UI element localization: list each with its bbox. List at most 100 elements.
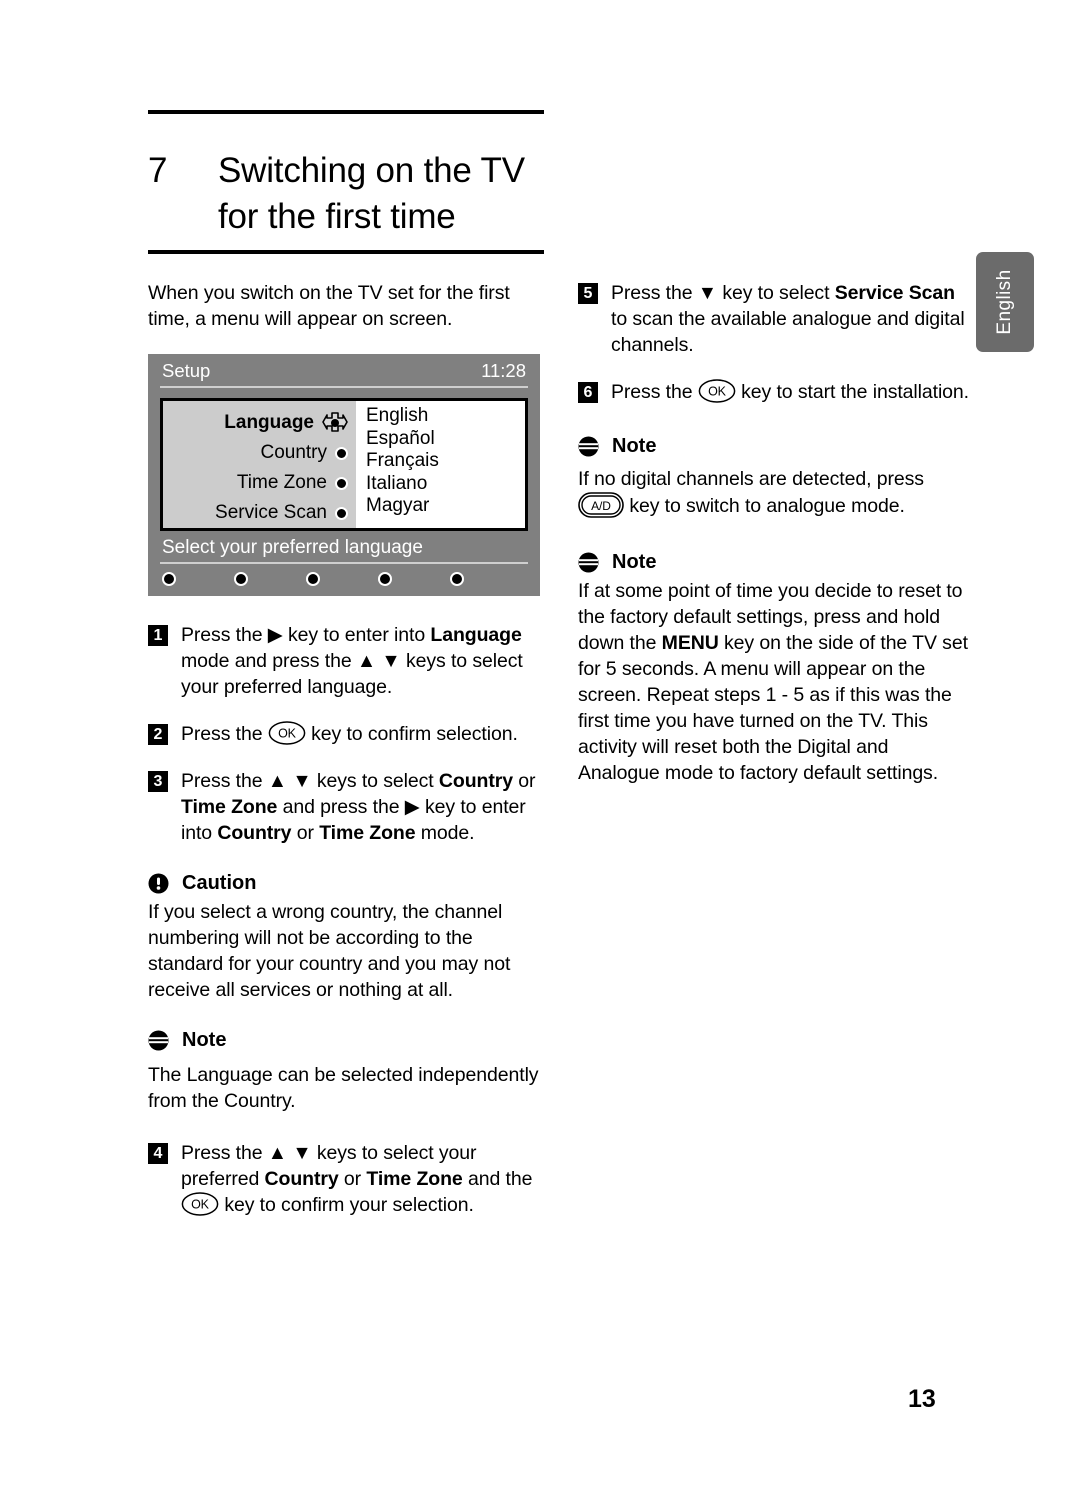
arrow-up-icon: ▲ (267, 1142, 287, 1164)
color-key-dot-icon (234, 572, 248, 586)
emphasis-text: Time Zone (319, 822, 416, 844)
tv-menu-item-list: Language Country Time Zone Service Scan (163, 401, 356, 528)
note-title-right-1: Note (612, 435, 657, 457)
step-2-text: Press the OK key to confirm selection. (181, 721, 518, 745)
tv-menu-hint: Select your preferred language (162, 537, 423, 558)
language-side-tab: English (976, 252, 1034, 352)
arrow-right-icon: ▶ (404, 796, 420, 818)
note-body-right-1: If no digital channels are detected, pre… (578, 466, 970, 519)
ok-key-icon: OK (181, 1192, 219, 1216)
tv-menu-language-options: English Español Français Italiano Magyar (356, 401, 525, 528)
note-header-right-2: Note (578, 551, 970, 574)
step-number-badge: 1 (148, 625, 168, 646)
chapter-title-line1: Switching on the TV (218, 151, 525, 190)
arrow-down-icon: ▼ (292, 1142, 312, 1164)
step-1-text: Press the ▶ key to enter into Language m… (181, 624, 523, 698)
language-option: English (366, 405, 429, 426)
emphasis-text: Time Zone (366, 1168, 463, 1190)
note-callout-right-2: Note If at some point of time you decide… (578, 551, 970, 786)
note-body-right-1-part2: key to switch to analogue mode. (624, 495, 905, 517)
tv-menu-item-service-scan-label: Service Scan (215, 502, 327, 523)
step-number-badge: 2 (148, 724, 168, 745)
language-option: Italiano (366, 472, 428, 494)
chapter-heading: 7 Switching on the TV for the first time (148, 148, 548, 240)
tv-menu-item-time-zone-label: Time Zone (236, 472, 327, 493)
step-4-text: Press the ▲ ▼ keys to select your prefer… (181, 1142, 533, 1216)
step-number-badge: 4 (148, 1143, 168, 1164)
left-column: When you switch on the TV set for the fi… (148, 280, 544, 1239)
note-body-right-2-part2: key on the side of the TV set for 5 seco… (578, 632, 968, 784)
tv-setup-menu-illustration: Setup 11:28 Language Country Time Zone S… (148, 354, 540, 596)
tv-menu-title: Setup (162, 360, 211, 381)
emphasis-text: Language (430, 624, 522, 646)
emphasis-text: Time Zone (181, 796, 278, 818)
note-icon (148, 1030, 169, 1051)
intro-paragraph: When you switch on the TV set for the fi… (148, 282, 510, 330)
color-key-dot-icon (378, 572, 392, 586)
ok-key-icon: OK (268, 721, 306, 745)
svg-text:A/D: A/D (591, 499, 611, 513)
caution-callout: Caution If you select a wrong country, t… (148, 872, 544, 1003)
chapter-title: Switching on the TV for the first time (218, 148, 525, 240)
color-key-dot-icon (306, 572, 320, 586)
arrow-down-icon: ▼ (292, 770, 312, 792)
arrow-up-icon: ▲ (267, 770, 287, 792)
note-icon (578, 436, 599, 457)
tv-menu-header: Setup 11:28 (148, 354, 540, 384)
right-column: 5 Press the ▼ key to select Service Scan… (578, 280, 970, 806)
note-body-right-1-part1: If no digital channels are detected, pre… (578, 468, 924, 490)
note-body-left: The Language can be selected independent… (148, 1064, 539, 1112)
emphasis-text: Country (264, 1168, 339, 1190)
note-body-right-2: If at some point of time you decide to r… (578, 578, 970, 786)
step-number-badge: 3 (148, 771, 168, 792)
step-4: 4 Press the ▲ ▼ keys to select your pref… (148, 1140, 544, 1218)
svg-text:OK: OK (191, 1198, 210, 1212)
tv-menu-clock: 11:28 (481, 360, 526, 381)
svg-text:OK: OK (708, 385, 727, 399)
tv-menu-body: Language Country Time Zone Service Scan … (160, 398, 528, 531)
step-6: 6 Press the OK key to start the installa… (578, 379, 970, 405)
caution-header: Caution (148, 872, 544, 895)
tv-menu-item-country: Country (163, 438, 356, 468)
tv-menu-header-divider (160, 386, 528, 388)
step-number-badge: 6 (578, 382, 598, 403)
document-page: English 7 Switching on the TV for the fi… (0, 0, 1080, 1492)
note-callout-right-1: Note If no digital channels are detected… (578, 435, 970, 519)
ok-key-icon: OK (698, 379, 736, 403)
step-5-text: Press the ▼ key to select Service Scan t… (611, 282, 965, 356)
tv-menu-item-service-scan: Service Scan (163, 498, 356, 528)
svg-text:OK: OK (278, 727, 297, 741)
note-callout-left: Note The Language can be selected indepe… (148, 1029, 544, 1114)
tv-menu-item-language-label: Language (224, 412, 314, 433)
bullet-dot-icon (335, 476, 348, 490)
chapter-title-line2: for the first time (218, 197, 456, 236)
language-option: Magyar (366, 495, 430, 516)
note-header-right-1: Note (578, 435, 970, 458)
bullet-dot-icon (335, 446, 348, 460)
note-title-left: Note (182, 1029, 227, 1051)
step-3-text: Press the ▲ ▼ keys to select Country or … (181, 770, 536, 844)
emphasis-text: Country (217, 822, 292, 844)
tv-menu-item-time-zone: Time Zone (163, 468, 356, 498)
bullet-dot-icon (335, 506, 348, 520)
menu-key-label: MENU (661, 632, 719, 654)
caution-icon (148, 873, 169, 894)
header-rule-top (148, 110, 544, 114)
emphasis-text: Country (438, 770, 513, 792)
tv-menu-color-key-dots (148, 564, 540, 596)
header-rule-bottom (148, 250, 544, 254)
tv-menu-item-country-label: Country (260, 442, 327, 463)
dpad-icon (322, 411, 348, 435)
arrow-right-icon: ▶ (267, 624, 283, 646)
caution-title: Caution (182, 872, 257, 894)
chapter-number: 7 (148, 151, 168, 190)
color-key-dot-icon (450, 572, 464, 586)
step-1: 1 Press the ▶ key to enter into Language… (148, 622, 544, 700)
emphasis-text: Service Scan (834, 282, 955, 304)
note-icon (578, 552, 599, 573)
ad-key-icon: A/D (578, 492, 624, 518)
arrow-down-icon: ▼ (697, 282, 717, 304)
note-title-right-2: Note (612, 551, 657, 573)
step-3: 3 Press the ▲ ▼ keys to select Country o… (148, 768, 544, 846)
arrow-up-icon: ▲ (356, 650, 377, 672)
